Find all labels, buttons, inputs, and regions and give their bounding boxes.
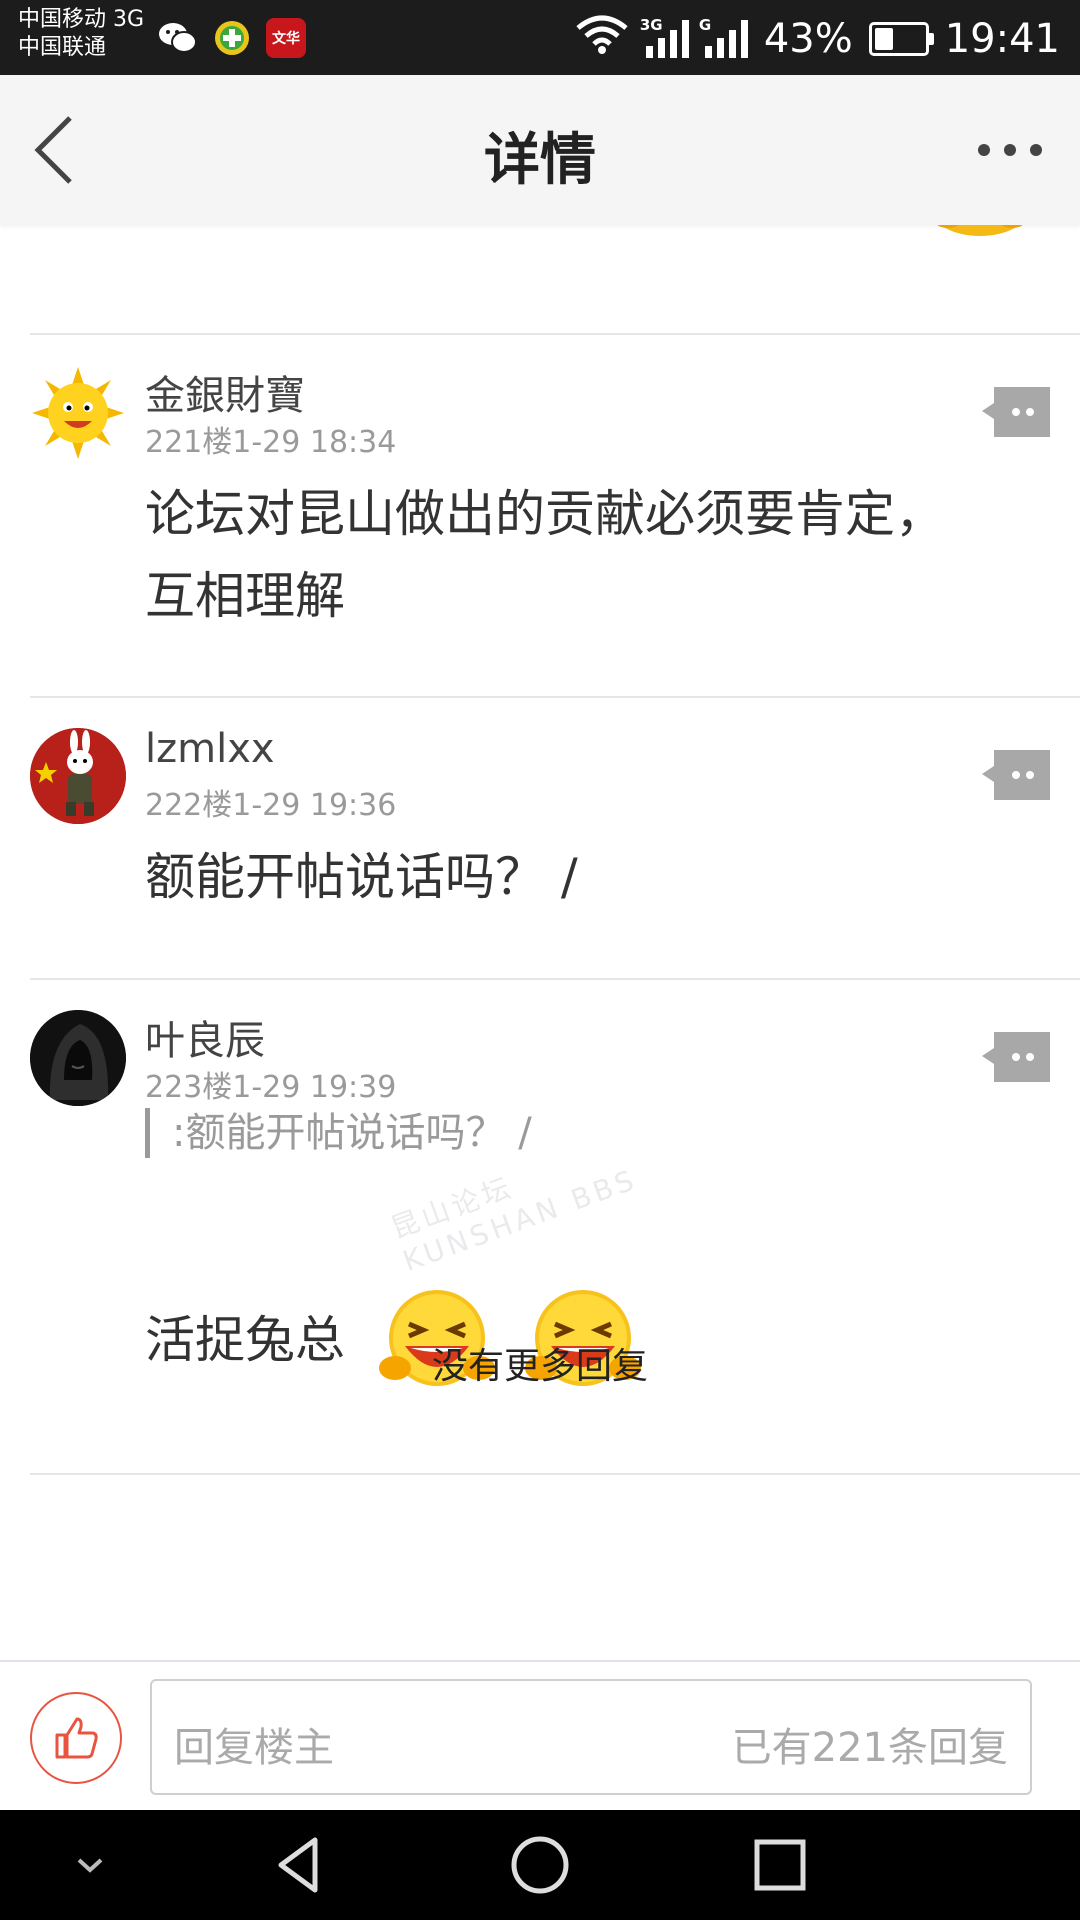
wenhua-app-label: 文华 <box>272 31 300 47</box>
more-dot-icon <box>1004 144 1016 156</box>
floor-timestamp: 221楼1-29 18:34 <box>145 425 397 460</box>
divider <box>30 333 1080 335</box>
clock: 19:41 <box>944 16 1060 62</box>
laughing-emoji-icon <box>930 225 1030 260</box>
divider <box>30 696 1080 698</box>
comment-bubble-icon <box>982 1032 1050 1082</box>
reply-to-floor-button[interactable] <box>980 748 1052 802</box>
wifi-icon <box>574 14 630 64</box>
status-right: 3G G 43% 19:41 <box>574 14 1060 64</box>
no-more-replies: 没有更多回复 <box>431 1346 648 1387</box>
floor-timestamp: 223楼1-29 19:39 <box>145 1070 397 1105</box>
wechat-icon <box>158 18 198 58</box>
navigation-bar <box>0 1810 1080 1920</box>
username[interactable]: 叶良辰 <box>145 1008 265 1066</box>
reply-to-floor-button[interactable] <box>980 1030 1052 1084</box>
plus-app-icon <box>212 18 252 58</box>
signal-g-icon: G <box>699 16 748 58</box>
quoted-reply: :额能开帖说话吗？ / <box>145 1108 532 1158</box>
battery-icon <box>868 22 934 56</box>
more-dot-icon <box>978 144 990 156</box>
circle-home-icon <box>511 1836 569 1894</box>
reply-text-line: 论坛对昆山做出的贡献必须要肯定， <box>145 485 945 543</box>
reply-input-placeholder: 回复楼主 <box>174 1725 334 1771</box>
reply-content: 论坛对昆山做出的贡献必须要肯定， 互相理解 <box>145 473 1015 637</box>
reply-to-floor-button[interactable] <box>980 385 1052 439</box>
chevron-down-icon <box>77 1858 103 1873</box>
battery-percent: 43% <box>763 16 853 62</box>
sun-avatar[interactable] <box>30 365 126 461</box>
comment-bubble-icon <box>982 387 1050 437</box>
reply-count: 已有221条回复 <box>731 1725 1008 1771</box>
floor-timestamp: 222楼1-29 19:36 <box>145 788 397 823</box>
comment-bubble-icon <box>982 750 1050 800</box>
more-options-button[interactable] <box>970 135 1050 165</box>
notification-icons: 文华 <box>158 18 306 58</box>
divider <box>30 978 1080 980</box>
square-recents-icon <box>754 1839 806 1891</box>
top-header: 详情 <box>0 75 1080 225</box>
status-bar: 中国移动 3G 中国联通 文华 3G G 43% 19:41 <box>0 0 1080 75</box>
reply-input[interactable]: 回复楼主 已有221条回复 <box>150 1679 1032 1795</box>
nav-recents-button[interactable] <box>745 1830 815 1900</box>
like-button[interactable] <box>30 1692 122 1784</box>
page-title: 详情 <box>484 128 596 193</box>
reply-content: 额能开帖说话吗？ / <box>145 848 578 906</box>
carrier-info: 中国移动 3G 中国联通 <box>18 6 144 62</box>
triangle-back-icon <box>278 1837 318 1893</box>
username[interactable]: lzmlxx <box>145 726 275 772</box>
reply-bar: 回复楼主 已有221条回复 <box>0 1660 1080 1812</box>
battery-fill <box>874 28 893 50</box>
carrier-2: 中国联通 <box>18 35 107 60</box>
reply-list[interactable]: 金銀財寶 221楼1-29 18:34 论坛对昆山做出的贡献必须要肯定， 互相理… <box>0 225 1080 1660</box>
signal-3g-icon: 3G <box>640 16 689 58</box>
carrier-1: 中国移动 3G <box>18 7 145 32</box>
wenhua-app-icon: 文华 <box>266 18 306 58</box>
hide-keyboard-button[interactable] <box>55 1830 125 1900</box>
thumbs-up-icon <box>55 1717 98 1759</box>
rabbit-avatar[interactable] <box>30 728 126 824</box>
hooded-avatar[interactable] <box>30 1010 126 1106</box>
username[interactable]: 金銀財寶 <box>145 363 305 421</box>
reply-text-line: 互相理解 <box>145 567 345 625</box>
divider <box>30 1473 1080 1475</box>
nav-home-button[interactable] <box>505 1830 575 1900</box>
nav-back-button[interactable] <box>265 1830 335 1900</box>
more-dot-icon <box>1030 144 1042 156</box>
signal-g-label: G <box>698 16 712 34</box>
signal-3g-label: 3G <box>639 16 663 34</box>
